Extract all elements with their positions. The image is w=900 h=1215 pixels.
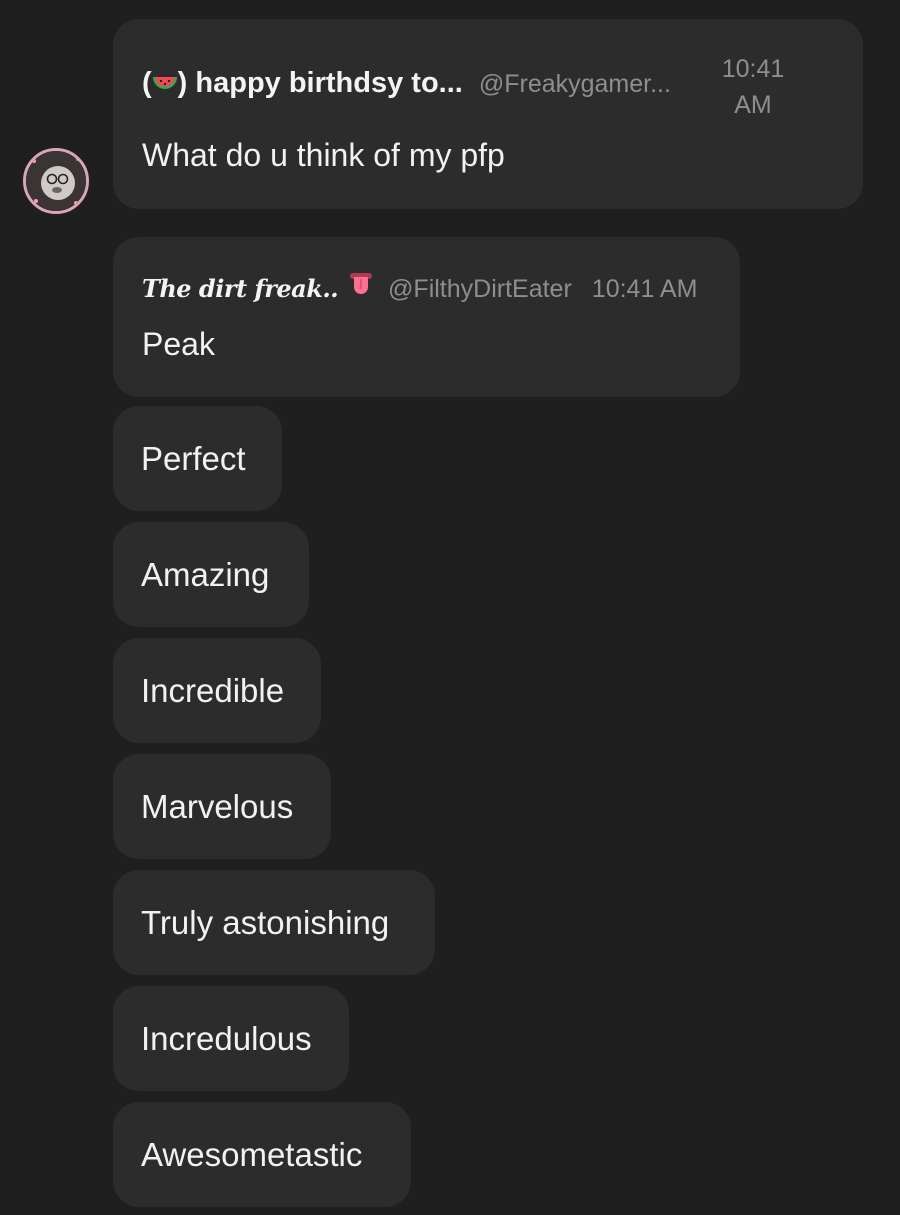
followup-message[interactable]: Truly astonishing: [113, 870, 435, 975]
message-text: Marvelous: [141, 787, 294, 825]
chat-thread: () happy birthdsy to... @Freakygamer... …: [0, 0, 900, 1215]
message-text: Awesometastic: [141, 1135, 363, 1173]
author-name[interactable]: The dirt freak..: [142, 274, 339, 303]
author-handle[interactable]: @FilthyDirtEater: [388, 275, 572, 304]
message-text: Perfect: [141, 439, 246, 477]
message-bubble[interactable]: The dirt freak.. @FilthyDirtEater 10:41 …: [113, 237, 740, 397]
message-timestamp: 10:41 AM: [708, 51, 798, 123]
timestamp-time: 10:41: [721, 55, 785, 83]
followup-message[interactable]: Incredulous: [113, 986, 349, 1091]
timestamp-ampm: AM: [734, 91, 772, 119]
followup-message[interactable]: Marvelous: [113, 754, 331, 859]
message-text: Truly astonishing: [141, 903, 390, 941]
tongue-icon: [348, 271, 374, 297]
author-name[interactable]: () happy birthdsy to...: [142, 67, 463, 100]
message-text: Incredulous: [141, 1019, 312, 1057]
followup-message[interactable]: Awesometastic: [113, 1102, 411, 1207]
message-bubble[interactable]: () happy birthdsy to... @Freakygamer... …: [113, 19, 863, 209]
followup-message[interactable]: Amazing: [113, 522, 309, 627]
message-text: What do u think of my pfp: [142, 137, 505, 173]
avatar-image: [26, 151, 86, 211]
message-timestamp: 10:41 AM: [591, 275, 698, 303]
followup-message[interactable]: Incredible: [113, 638, 321, 743]
message-header: () happy birthdsy to... @Freakygamer...: [142, 67, 691, 100]
watermelon-icon: [152, 69, 178, 91]
user-avatar[interactable]: [23, 148, 89, 214]
message-text: Peak: [142, 326, 215, 362]
message-text: Incredible: [141, 671, 285, 709]
author-handle[interactable]: @Freakygamer...: [479, 70, 671, 99]
message-text: Amazing: [141, 555, 270, 593]
message-header: The dirt freak.. @FilthyDirtEater 10:41 …: [142, 271, 697, 304]
followup-message[interactable]: Perfect: [113, 406, 282, 511]
